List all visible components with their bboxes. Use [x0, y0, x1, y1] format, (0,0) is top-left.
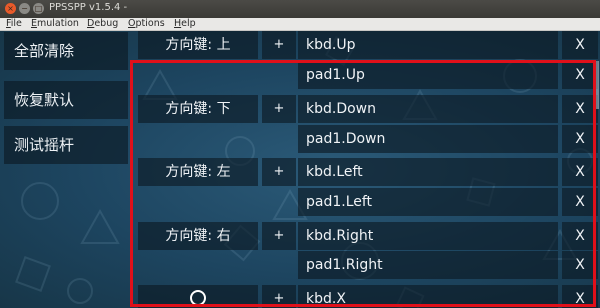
control-mapping-screen: 全部清除 恢复默认 测试摇杆 方向键: 上 + kbd.Up X pad1.Up… — [0, 31, 600, 308]
menu-options[interactable]: Options — [128, 18, 165, 30]
close-window-button[interactable]: × — [5, 3, 16, 14]
binding-item-kbd-x[interactable]: kbd.X — [298, 285, 558, 308]
menu-options-label: ptions — [135, 18, 165, 29]
add-binding-button-dpad-left[interactable]: + — [262, 158, 296, 186]
menu-debug[interactable]: Debug — [87, 18, 118, 30]
mapping-key-dpad-left: 方向键: 左 — [138, 158, 258, 186]
binding-item-kbd-down[interactable]: kbd.Down — [298, 95, 558, 123]
menu-file[interactable]: File — [6, 18, 22, 30]
title-bar: × − □ PPSSPP v1.5.4 - — [0, 0, 600, 18]
menu-help-label: elp — [181, 18, 196, 29]
remove-binding-button[interactable]: X — [562, 285, 598, 308]
remove-binding-button[interactable]: X — [562, 158, 598, 186]
binding-item-pad1-down[interactable]: pad1.Down — [298, 125, 558, 153]
mapping-key-dpad-up: 方向键: 上 — [138, 31, 258, 59]
mapping-key-dpad-down: 方向键: 下 — [138, 95, 258, 123]
remove-binding-button[interactable]: X — [562, 61, 598, 89]
binding-item-kbd-left[interactable]: kbd.Left — [298, 158, 558, 186]
mapping-key-dpad-right: 方向键: 右 — [138, 222, 258, 250]
remove-binding-button[interactable]: X — [562, 251, 598, 279]
menu-file-label: ile — [10, 18, 22, 29]
remove-binding-button[interactable]: X — [562, 31, 598, 59]
circle-icon — [190, 290, 206, 306]
binding-item-pad1-left[interactable]: pad1.Left — [298, 188, 558, 216]
clear-all-button[interactable]: 全部清除 — [4, 32, 128, 70]
menu-debug-label: ebug — [94, 18, 119, 29]
test-analog-button[interactable]: 测试摇杆 — [4, 126, 128, 164]
remove-binding-button[interactable]: X — [562, 95, 598, 123]
binding-item-pad1-up[interactable]: pad1.Up — [298, 61, 558, 89]
add-binding-button-dpad-down[interactable]: + — [262, 95, 296, 123]
remove-binding-button[interactable]: X — [562, 125, 598, 153]
binding-item-kbd-right[interactable]: kbd.Right — [298, 222, 558, 250]
minimize-window-button[interactable]: − — [19, 3, 30, 14]
scrollbar[interactable] — [596, 61, 599, 109]
remove-binding-button[interactable]: X — [562, 188, 598, 216]
maximize-window-button[interactable]: □ — [33, 3, 44, 14]
menu-help[interactable]: Help — [174, 18, 196, 30]
restore-defaults-button[interactable]: 恢复默认 — [4, 81, 128, 119]
window-title: PPSSPP v1.5.4 - — [49, 2, 128, 13]
menu-bar: File Emulation Debug Options Help — [0, 18, 600, 31]
menu-emulation[interactable]: Emulation — [31, 18, 79, 30]
menu-emulation-label: mulation — [37, 18, 79, 29]
binding-item-kbd-up[interactable]: kbd.Up — [298, 31, 558, 59]
add-binding-button-dpad-right[interactable]: + — [262, 222, 296, 250]
add-binding-button-dpad-up[interactable]: + — [262, 31, 296, 59]
binding-item-pad1-right[interactable]: pad1.Right — [298, 251, 558, 279]
remove-binding-button[interactable]: X — [562, 222, 598, 250]
add-binding-button-circle[interactable]: + — [262, 285, 296, 308]
